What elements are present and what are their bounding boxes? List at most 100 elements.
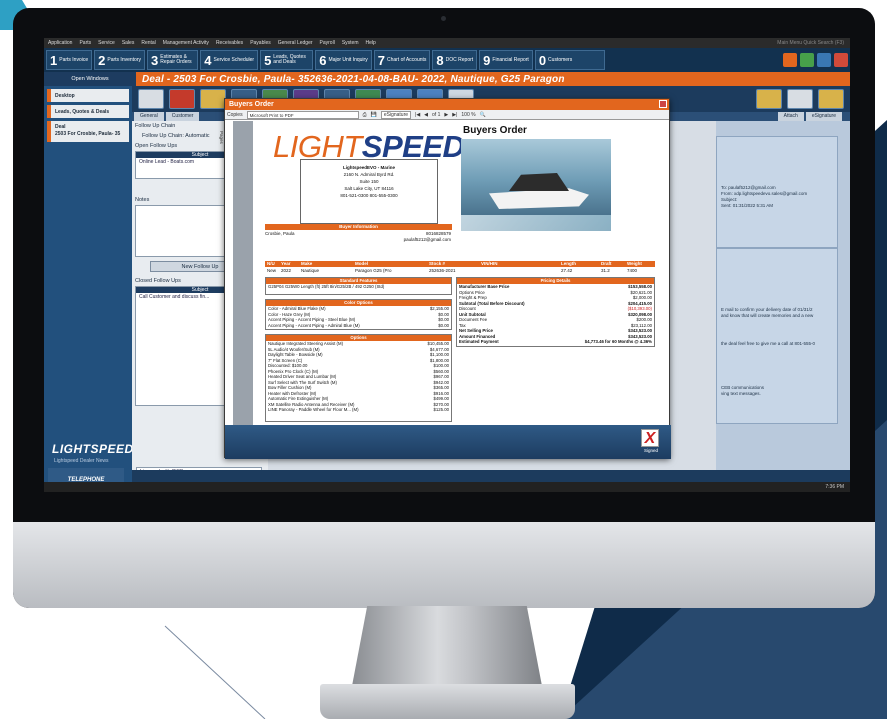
menu-item[interactable]: Payables [250, 40, 271, 46]
os-taskbar: 7:36 PM [44, 482, 850, 492]
document-title: Buyers Order [463, 125, 527, 136]
sign-button[interactable]: X [641, 429, 659, 447]
help-icon[interactable] [817, 53, 831, 67]
nav-major-unit[interactable]: 6 Major Unit Inquiry [315, 50, 372, 70]
color-options: Color Options Color - Admiral Blue Flake… [265, 299, 452, 330]
color-row: Accent Piping - Accent Piping - Admiral … [266, 323, 451, 329]
nav-number: 2 [98, 52, 106, 68]
boat-photo [461, 139, 611, 231]
tab-customer[interactable]: Customer [165, 112, 200, 121]
nav-parts-inventory[interactable]: 2 Parts Inventory [94, 50, 146, 70]
menu-item[interactable]: Rental [141, 40, 155, 46]
buyers-order-dialog: Buyers Order Copies Microsoft Print to P… [219, 98, 671, 459]
dialog-title-bar: Buyers Order [225, 99, 669, 110]
last-page-icon[interactable]: ▶| [452, 112, 457, 118]
tab-esignature[interactable]: eSignature [805, 112, 842, 121]
menu-item[interactable]: Application [48, 40, 72, 46]
nav-estimates[interactable]: 3 Estimates & Repair Orders [147, 50, 199, 70]
nav-number: 8 [436, 52, 444, 68]
cell: Nautique [301, 268, 320, 273]
sign-label: Signed [643, 448, 658, 453]
option-row: LINE Panoray - Paddle Wheel for Floor M.… [266, 407, 451, 413]
boat-tower [509, 173, 569, 191]
col-header: N/U [267, 261, 275, 266]
next-page-icon[interactable]: ▶ [444, 112, 448, 118]
search-icon[interactable]: 🔍 [480, 112, 486, 118]
nav-label: Parts Invoice [59, 57, 89, 63]
save-icon[interactable]: 💾 [371, 112, 377, 118]
address-line: Salt Lake City, UT 84116 [344, 186, 394, 191]
deal-title-bar: Open Windows Deal - 2503 For Crosbie, Pa… [44, 72, 850, 86]
sidebar: Desktop Leads, Quotes & Deals Deal 2503 … [44, 86, 133, 492]
home-icon[interactable] [834, 53, 848, 67]
menu-item[interactable]: Management Activity [163, 40, 209, 46]
message-icon[interactable] [756, 89, 782, 109]
nav-chart-accounts[interactable]: 7 Chart of Accounts [373, 50, 431, 70]
cell: New [267, 268, 277, 273]
nav-service-scheduler[interactable]: 4 Service Scheduler [200, 50, 259, 70]
line-value: $125.00 [433, 407, 449, 412]
print-toolbar: Copies Microsoft Print to PDF ⎙ 💾 eSigna… [225, 110, 669, 120]
nav-number: 5 [264, 52, 272, 68]
quick-search-label[interactable]: Main Menu Quick Search (F3) [777, 40, 850, 46]
nav-financial-report[interactable]: 9 Financial Report [479, 50, 533, 70]
bookmark-icon[interactable] [783, 53, 797, 67]
nav-number: 1 [50, 52, 58, 68]
sidebar-item-deal[interactable]: Deal 2503 For Crosbie, Paula- 35 [47, 121, 129, 142]
email-body-line: the deal feel free to give me a call at … [721, 341, 816, 346]
col-header: Make [301, 261, 313, 266]
dollar-icon[interactable] [800, 53, 814, 67]
esignature-button[interactable]: eSignature [380, 110, 412, 119]
target-icon[interactable] [138, 89, 164, 109]
menu-item[interactable]: General Ledger [278, 40, 313, 46]
menu-item[interactable]: Parts [79, 40, 91, 46]
nav-customers[interactable]: 0 Customers [534, 50, 605, 70]
nav-leads[interactable]: 5 Leads, Quotes and Deals [260, 50, 314, 70]
address-line: Suite 150 [359, 179, 379, 184]
camera-icon [441, 16, 446, 21]
pricing-row: Estimated Payment $4,773.46 for 60 Months… [457, 339, 654, 345]
nav-label: Parts Inventory [107, 57, 142, 63]
nav-doc-report[interactable]: 8 DOC Report [432, 50, 478, 70]
menu-item[interactable]: Receivables [216, 40, 243, 46]
cancel-icon[interactable] [169, 89, 195, 109]
email-body-card[interactable]: E mail to confirm your delivery date of … [716, 248, 838, 424]
prev-page-icon[interactable]: ◀ [424, 112, 428, 118]
menu-item[interactable]: Help [365, 40, 375, 46]
address-line: 2160 N. Admiral Byrd Rd. [343, 172, 395, 177]
menu-item[interactable]: Service [98, 40, 115, 46]
print-icon[interactable]: ⎙ [363, 112, 367, 118]
nav-parts-invoice[interactable]: 1 Parts Invoice [46, 50, 93, 70]
sidebar-item-leads[interactable]: Leads, Quotes & Deals [47, 105, 129, 118]
nav-label: Major Unit Inquiry [328, 57, 368, 63]
email-card[interactable]: To: paulaf5212@gmail.com From: xdp.light… [716, 136, 838, 248]
edit-icon[interactable] [200, 89, 226, 109]
dealer-phone: 801-521-0300 801-555-0300 [340, 193, 398, 198]
tab-general[interactable]: General [134, 112, 164, 121]
col-header: Model [355, 261, 368, 266]
payment-icon[interactable] [818, 89, 844, 109]
signature-bar: X Signed [225, 425, 671, 459]
close-icon[interactable] [659, 100, 667, 108]
cell: 2022 [281, 268, 292, 273]
dealer-news-link[interactable]: Lightspeed Dealer News [54, 458, 108, 464]
pricing-details: Pricing Details Manufacturer Base Price $… [456, 277, 655, 347]
menu-item[interactable]: Sales [122, 40, 135, 46]
printer-select[interactable]: Microsoft Print to PDF [246, 110, 359, 119]
col-header: Stock # [429, 261, 446, 266]
menu-item[interactable]: System [342, 40, 359, 46]
nav-number: 4 [204, 52, 212, 68]
col-header: Length [561, 261, 576, 266]
page-count: of 1 [432, 111, 441, 118]
print-icon[interactable] [787, 89, 813, 109]
first-page-icon[interactable]: |◀ [415, 112, 420, 118]
monitor-stand [352, 606, 542, 686]
menu-item[interactable]: Payroll [320, 40, 335, 46]
vehicle-row: New 2022 Nautique Paragon G25 (Pro 25263… [265, 268, 655, 274]
nav-number: 9 [483, 52, 491, 68]
dealer-name: LightspeedEVO - Marine [342, 165, 395, 170]
cell [479, 268, 559, 274]
tab-attach[interactable]: Attach [777, 112, 804, 121]
sidebar-item-desktop[interactable]: Desktop [47, 89, 129, 102]
zoom-select[interactable]: 100 % [461, 112, 475, 118]
